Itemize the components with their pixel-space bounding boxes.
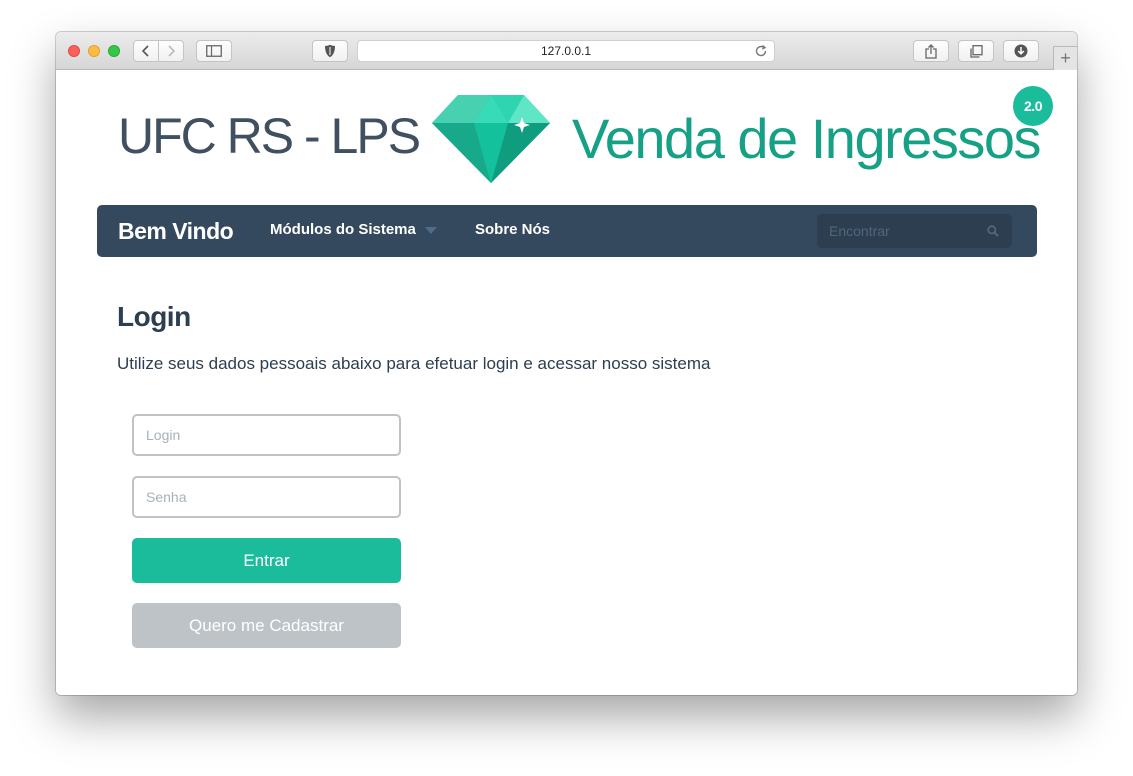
reload-icon[interactable] (754, 44, 768, 58)
password-field[interactable] (132, 476, 401, 518)
search-input[interactable] (817, 214, 977, 248)
browser-window: 127.0.0.1 + UFC RS - LPS Venda de Ingres… (56, 32, 1077, 695)
share-icon (925, 43, 937, 59)
new-tab-button[interactable]: + (1053, 46, 1077, 70)
browser-titlebar: 127.0.0.1 + (56, 32, 1077, 70)
page-content: UFC RS - LPS Venda de Ingressos 2.0 Bem … (56, 71, 1077, 695)
chevron-right-icon (168, 45, 175, 57)
address-bar[interactable]: 127.0.0.1 (357, 40, 775, 62)
caret-down-icon (424, 227, 437, 234)
login-field[interactable] (132, 414, 401, 456)
submit-login-button[interactable]: Entrar (132, 538, 401, 583)
register-button[interactable]: Quero me Cadastrar (132, 603, 401, 648)
nav-modules-label: Módulos do Sistema (270, 221, 416, 238)
zoom-window-button[interactable] (108, 45, 120, 57)
nav-modules-dropdown[interactable]: Módulos do Sistema (270, 221, 437, 238)
nav-about-link[interactable]: Sobre Nós (475, 221, 550, 238)
close-window-button[interactable] (68, 45, 80, 57)
page-title: Login (117, 301, 191, 332)
minimize-window-button[interactable] (88, 45, 100, 57)
main-navbar: Bem Vindo Módulos do Sistema Sobre Nós (97, 205, 1037, 257)
download-icon (1014, 44, 1028, 58)
chevron-left-icon (142, 45, 149, 57)
forward-button[interactable] (158, 40, 184, 62)
site-name-right: Venda de Ingressos (572, 107, 1042, 170)
back-button[interactable] (133, 40, 159, 62)
navbar-brand-link[interactable]: Bem Vindo (118, 218, 234, 245)
version-badge: 2.0 (1013, 86, 1053, 126)
navbar-search (817, 214, 1012, 248)
downloads-button[interactable] (1003, 40, 1039, 62)
privacy-button[interactable] (312, 40, 348, 62)
search-icon[interactable] (987, 225, 999, 237)
site-name-left-text: UFC RS - LPS (118, 108, 421, 164)
page-subtitle: Utilize seus dados pessoais abaixo para … (117, 354, 711, 373)
show-tabs-button[interactable] (958, 40, 994, 62)
shield-icon (325, 44, 335, 58)
site-name-left: UFC RS - LPS (118, 108, 421, 164)
diamond-icon (432, 95, 550, 183)
sidebar-toggle-button[interactable] (196, 40, 232, 62)
url-text: 127.0.0.1 (540, 44, 592, 58)
tabs-overview-icon (969, 44, 983, 58)
share-button[interactable] (913, 40, 949, 62)
sidebar-icon (206, 45, 222, 57)
